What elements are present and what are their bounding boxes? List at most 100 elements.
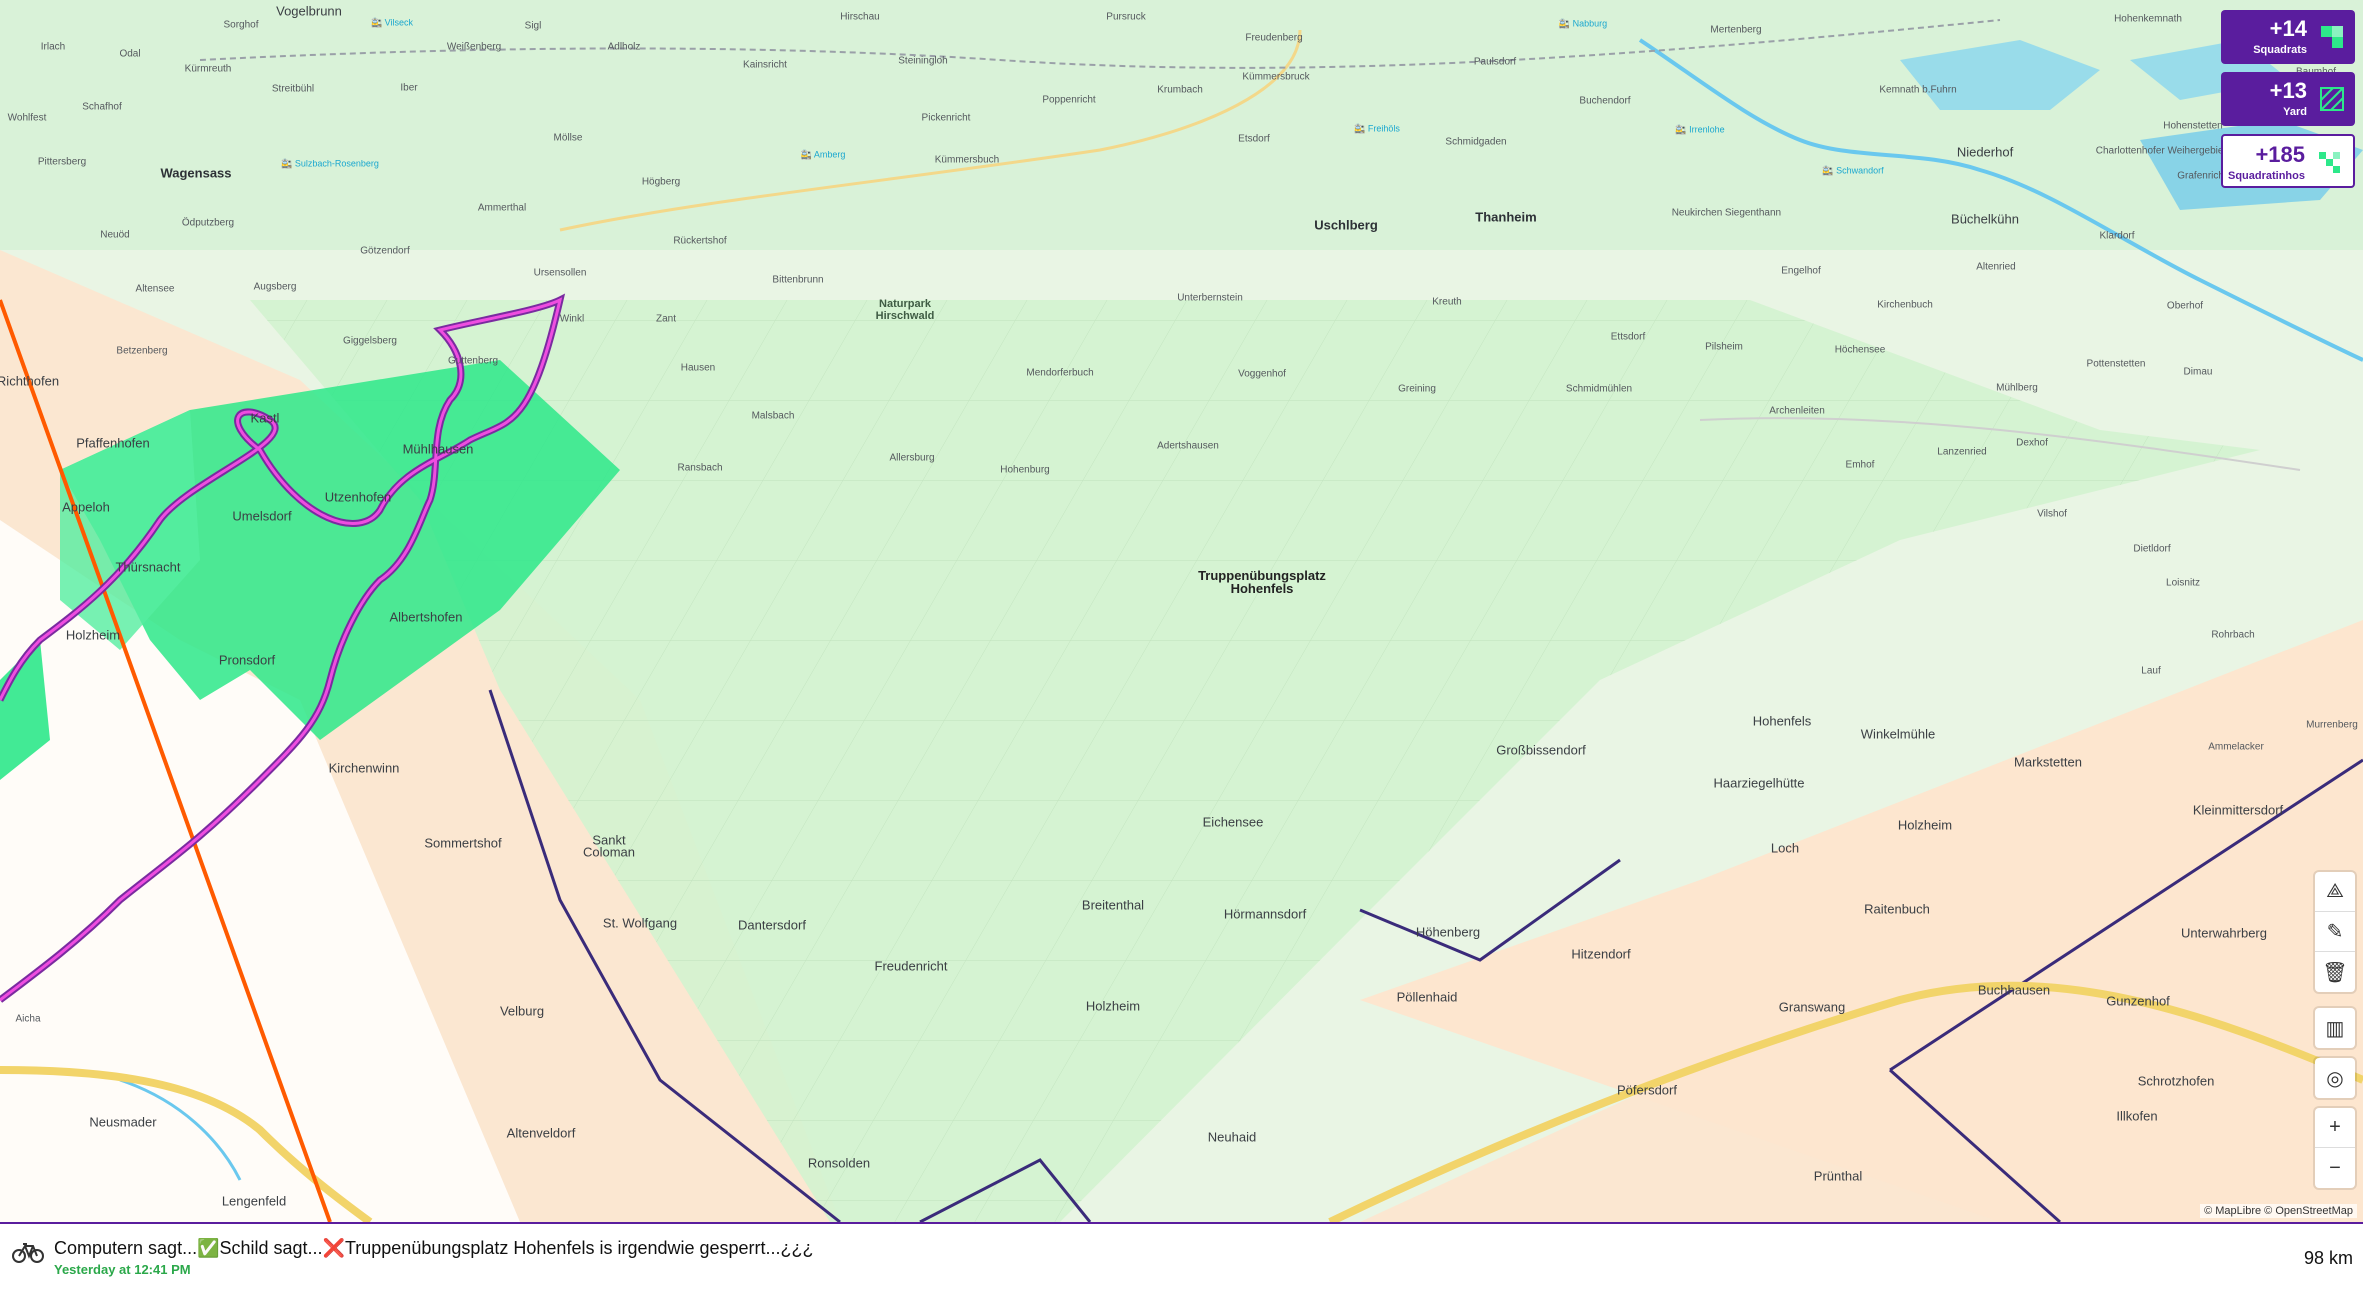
stat-value: +14	[2269, 16, 2307, 41]
place-label: Vogelbrunn	[276, 3, 342, 19]
place-label: Kainsricht	[743, 59, 787, 71]
activity-distance: 98 km	[2303, 1248, 2353, 1268]
place-label: Gunzenhof	[2106, 993, 2170, 1009]
place-label: Rückertshof	[673, 235, 727, 247]
place-label: Buchhausen	[1977, 982, 2051, 998]
place-label: Utzenhofen	[324, 489, 392, 505]
place-label: Bittenbrunn	[772, 274, 824, 286]
place-label: Etsdorf	[1238, 133, 1270, 145]
compass-icon[interactable]: ⟁	[2315, 872, 2355, 912]
place-label: Mendorferbuch	[1026, 367, 1094, 379]
park-label-line2: Hirschwald	[875, 310, 935, 322]
place-label: Kemnath b.Fuhrn	[1879, 84, 1957, 96]
place-label: Kümmersbuch	[934, 154, 1000, 166]
place-label: Pickenricht	[921, 112, 971, 124]
stat-label: Squadrats	[2253, 44, 2307, 56]
place-label: Greining	[1398, 383, 1436, 395]
place-label: Ransbach	[677, 462, 723, 474]
place-label: Neusmader	[89, 1114, 157, 1130]
place-label: Holzheim	[1085, 998, 1141, 1014]
place-label: Ammerthal	[477, 202, 527, 214]
place-label: Giggelsberg	[343, 335, 397, 347]
place-label: Altensee	[135, 283, 175, 295]
place-label: Thanheim	[1475, 209, 1537, 225]
station-label: 🚉 Freihöls	[1354, 123, 1400, 134]
place-label: Velburg	[499, 1003, 545, 1019]
stat-card-squadratinhos[interactable]: +185 Squadratinhos	[2221, 134, 2355, 188]
activity-time: Yesterday at 12:41 PM	[54, 1262, 191, 1277]
activity-footer[interactable]: Computern sagt...✅Schild sagt...❌Truppen…	[0, 1222, 2363, 1291]
zoom-out-icon[interactable]: −	[2315, 1148, 2355, 1188]
place-label: Büchelkühn	[1951, 211, 2019, 227]
place-label: Niederhof	[1956, 144, 2014, 160]
place-label: Streitbühl	[271, 83, 315, 95]
place-label: Loisnitz	[2166, 577, 2200, 589]
place-label: Betzenberg	[116, 345, 168, 357]
place-label: Hörmannsdorf	[1223, 906, 1307, 922]
place-label: Guttenberg	[447, 355, 499, 367]
place-label: Albertshofen	[389, 609, 463, 625]
station-label: 🚉 Schwandorf	[1822, 165, 1884, 176]
layers-control: ▥	[2315, 1008, 2355, 1048]
map-layers-icon[interactable]: ▥	[2315, 1008, 2355, 1048]
training-area-label-line2: Hohenfels	[1230, 581, 1294, 596]
place-label: Appeloh	[62, 499, 110, 515]
zoom-in-icon[interactable]: +	[2315, 1108, 2355, 1148]
place-label: Eichensee	[1202, 814, 1264, 830]
place-label: Kirchenwinn	[328, 760, 400, 776]
training-area-label: Truppenübungsplatz Hohenfels	[1198, 569, 1326, 595]
place-label: Steiningloh	[898, 55, 948, 67]
place-label: Prünthal	[1813, 1168, 1863, 1184]
park-label-line1: Naturpark	[879, 298, 931, 310]
activity-title[interactable]: Computern sagt...✅Schild sagt...❌Truppen…	[54, 1238, 814, 1259]
place-label: Klardorf	[2099, 230, 2135, 242]
place-label: Markstetten	[2014, 754, 2082, 770]
place-label: Pilsheim	[1705, 341, 1743, 353]
station-label: 🚉 Vilseck	[370, 17, 414, 28]
place-label: Loch	[1770, 840, 1800, 856]
place-label: Hausen	[680, 362, 716, 374]
place-label: Holzheim	[1897, 817, 1953, 833]
place-label: Hohenstetten	[2163, 120, 2223, 132]
place-label: Kümmersbruck	[1242, 71, 1310, 83]
place-label: Vilshof	[2037, 508, 2067, 520]
place-label: Großbissendorf	[1496, 742, 1586, 758]
place-label: Pursruck	[1106, 11, 1146, 23]
place-label: Irlach	[40, 41, 66, 53]
place-label: Altenveldorf	[506, 1125, 576, 1141]
stat-value: +13	[2269, 78, 2307, 103]
locate-icon[interactable]: ◎	[2315, 1058, 2355, 1098]
place-label: Winkelmühle	[1860, 726, 1936, 742]
locate-control: ◎	[2315, 1058, 2355, 1098]
place-label: Hohenburg	[1000, 464, 1050, 476]
place-label: Ödputzberg	[181, 217, 235, 229]
place-label: Ronsolden	[807, 1155, 871, 1171]
place-label: Umelsdorf	[232, 508, 292, 524]
pencil-icon[interactable]: ✎	[2315, 912, 2355, 952]
stat-label: Squadratinhos	[2227, 170, 2305, 182]
place-label: Buchendorf	[1579, 95, 1631, 107]
place-label: Möllse	[553, 132, 583, 144]
place-label: Sigl	[524, 20, 542, 32]
stat-card-squadrats[interactable]: +14 Squadrats	[2221, 10, 2355, 64]
place-label: Lengenfeld	[221, 1193, 287, 1209]
place-label: Winkl	[559, 313, 585, 325]
trash-icon[interactable]: 🗑	[2315, 952, 2355, 992]
map-attribution[interactable]: © MapLibre © OpenStreetMap	[2200, 1204, 2357, 1218]
stat-label: Yard	[2283, 106, 2307, 118]
map-view[interactable]: Uschlberg Thanheim Niederhof Büchelkühn Wage…	[0, 0, 2363, 1222]
place-label: Ammelacker	[2208, 741, 2264, 753]
place-label: Neukirchen	[1671, 207, 1723, 219]
place-label: Schmidgaden	[1445, 136, 1507, 148]
place-label: Odal	[119, 48, 141, 60]
place-label: Pfaffenhofen	[76, 435, 150, 451]
place-label: Sorghof	[223, 19, 259, 31]
place-label: Wohlfest	[7, 112, 47, 124]
place-label: Weißenberg	[446, 41, 502, 53]
place-label: Wagensass	[160, 165, 232, 181]
place-label: Thürsnacht	[115, 559, 181, 575]
place-label: Charlottenhofer Weihergebiet	[2095, 145, 2227, 157]
stat-value: +185	[2255, 142, 2305, 167]
place-label: Unterbernstein	[1177, 292, 1243, 304]
stat-card-yard[interactable]: +13 Yard	[2221, 72, 2355, 126]
